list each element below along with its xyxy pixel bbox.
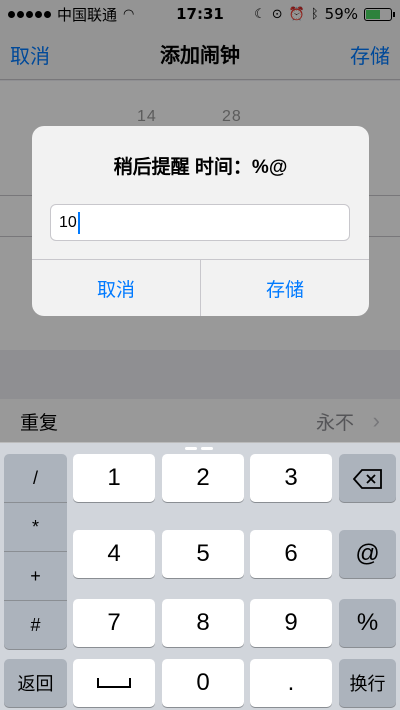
snooze-time-input[interactable]: 10 (50, 204, 350, 241)
key-3[interactable]: 3 (250, 454, 332, 502)
key-asterisk[interactable]: * (4, 503, 67, 551)
key-at[interactable]: @ (339, 530, 396, 578)
backspace-key[interactable] (339, 454, 396, 502)
key-percent[interactable]: % (339, 599, 396, 647)
key-plus[interactable]: + (4, 552, 67, 600)
key-dot[interactable]: . (250, 659, 332, 707)
key-6[interactable]: 6 (250, 530, 332, 578)
key-slash[interactable]: / (4, 454, 67, 502)
text-caret (77, 211, 80, 234)
key-hash[interactable]: # (4, 601, 67, 649)
numeric-keyboard: / * + # 1 2 3 4 5 6 @ 7 8 9 % 返回 0 . 换行 (0, 442, 400, 710)
symbol-key-column: / * + # (4, 454, 67, 649)
alert-save-button[interactable]: 存储 (201, 260, 369, 316)
space-icon (97, 678, 131, 688)
key-0[interactable]: 0 (162, 659, 244, 707)
alert-cancel-button[interactable]: 取消 (32, 260, 200, 316)
key-5[interactable]: 5 (162, 530, 244, 578)
newline-key[interactable]: 换行 (339, 659, 396, 707)
snooze-alert-dialog: 稍后提醒 时间：%@ 10 取消 存储 (32, 126, 369, 316)
key-8[interactable]: 8 (162, 599, 244, 647)
backspace-icon (352, 468, 383, 489)
key-9[interactable]: 9 (250, 599, 332, 647)
keyboard-handle[interactable] (185, 447, 213, 450)
alert-title: 稍后提醒 时间：%@ (113, 157, 288, 178)
key-7[interactable]: 7 (73, 599, 155, 647)
snooze-time-value: 10 (59, 213, 77, 231)
space-key[interactable] (73, 659, 155, 707)
key-4[interactable]: 4 (73, 530, 155, 578)
key-1[interactable]: 1 (73, 454, 155, 502)
return-key[interactable]: 返回 (4, 659, 67, 707)
key-2[interactable]: 2 (162, 454, 244, 502)
